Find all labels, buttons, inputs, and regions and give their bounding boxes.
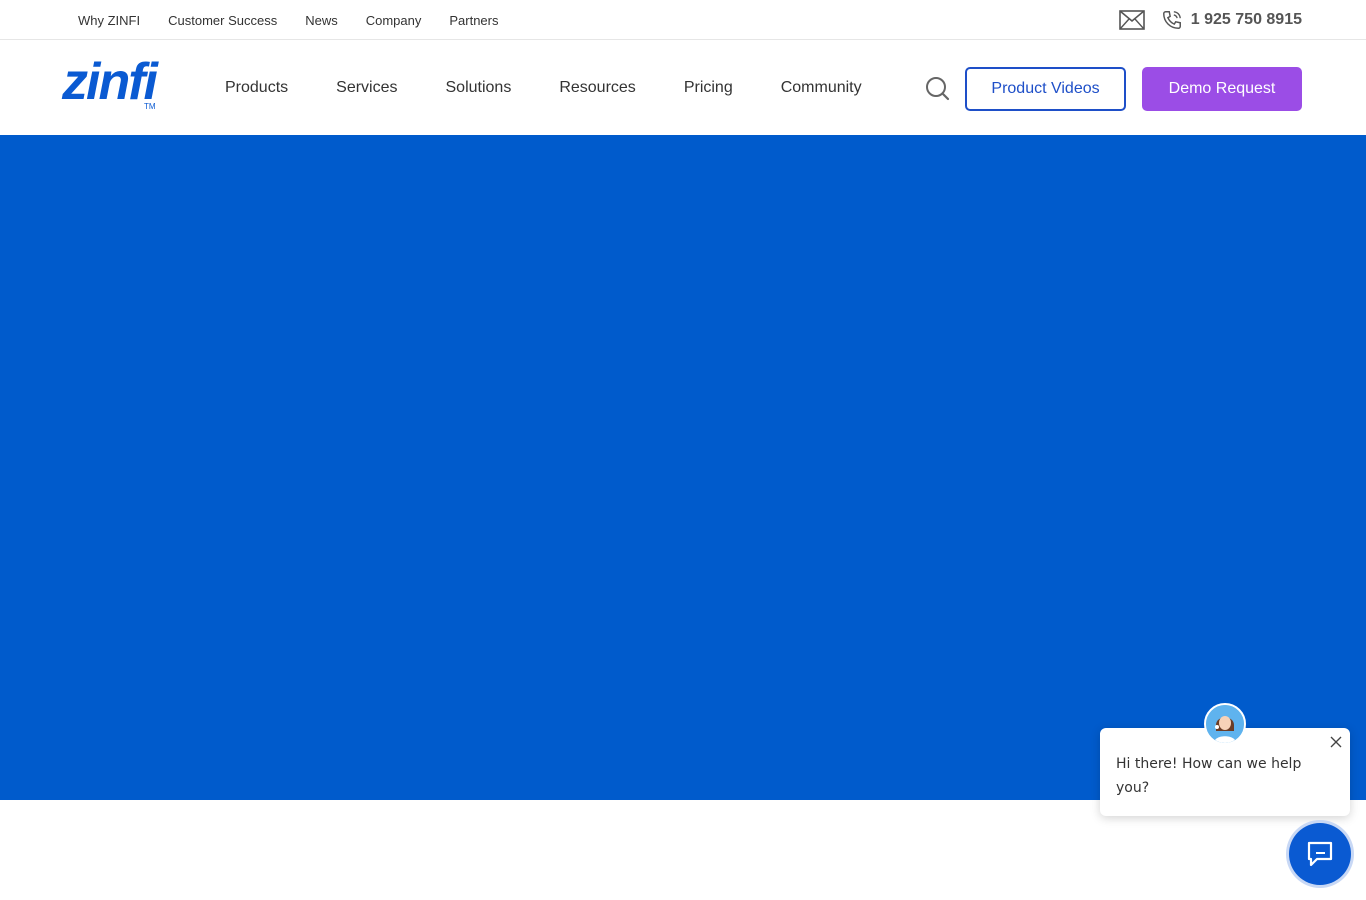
top-utility-bar: Why ZINFI Customer Success News Company … — [0, 0, 1366, 40]
demo-request-button[interactable]: Demo Request — [1142, 67, 1302, 111]
utility-links: Why ZINFI Customer Success News Company … — [78, 0, 527, 40]
main-navigation: zinfi TM Products Services Solutions Res… — [0, 40, 1366, 135]
link-partners[interactable]: Partners — [449, 13, 498, 28]
link-why-zinfi[interactable]: Why ZINFI — [78, 13, 140, 28]
phone-number[interactable]: 1 925 750 8915 — [1191, 11, 1302, 29]
trademark-mark: TM — [144, 102, 156, 111]
contact-info: 1 925 750 8915 — [1118, 0, 1302, 40]
chat-icon — [1307, 841, 1333, 867]
link-news[interactable]: News — [305, 13, 338, 28]
menu-resources[interactable]: Resources — [559, 79, 635, 97]
primary-menu: Products Services Solutions Resources Pr… — [225, 40, 910, 135]
close-icon[interactable] — [1330, 736, 1342, 748]
chat-launcher-button[interactable] — [1289, 823, 1351, 885]
menu-solutions[interactable]: Solutions — [446, 79, 512, 97]
link-company[interactable]: Company — [366, 13, 422, 28]
logo-text: zinfi — [62, 53, 158, 111]
mail-icon[interactable] — [1118, 10, 1145, 30]
search-icon[interactable] — [924, 75, 950, 101]
chat-agent-avatar — [1204, 703, 1246, 745]
chat-greeting-text: Hi there! How can we help you? — [1116, 756, 1302, 796]
link-customer-success[interactable]: Customer Success — [168, 13, 277, 28]
menu-services[interactable]: Services — [336, 79, 397, 97]
menu-products[interactable]: Products — [225, 79, 288, 97]
product-videos-button[interactable]: Product Videos — [965, 67, 1126, 111]
agent-avatar-icon — [1206, 705, 1244, 743]
hero-banner — [0, 135, 1366, 800]
phone-icon[interactable] — [1161, 9, 1183, 31]
zinfi-logo[interactable]: zinfi TM — [62, 53, 166, 116]
menu-community[interactable]: Community — [781, 79, 862, 97]
menu-pricing[interactable]: Pricing — [684, 79, 733, 97]
